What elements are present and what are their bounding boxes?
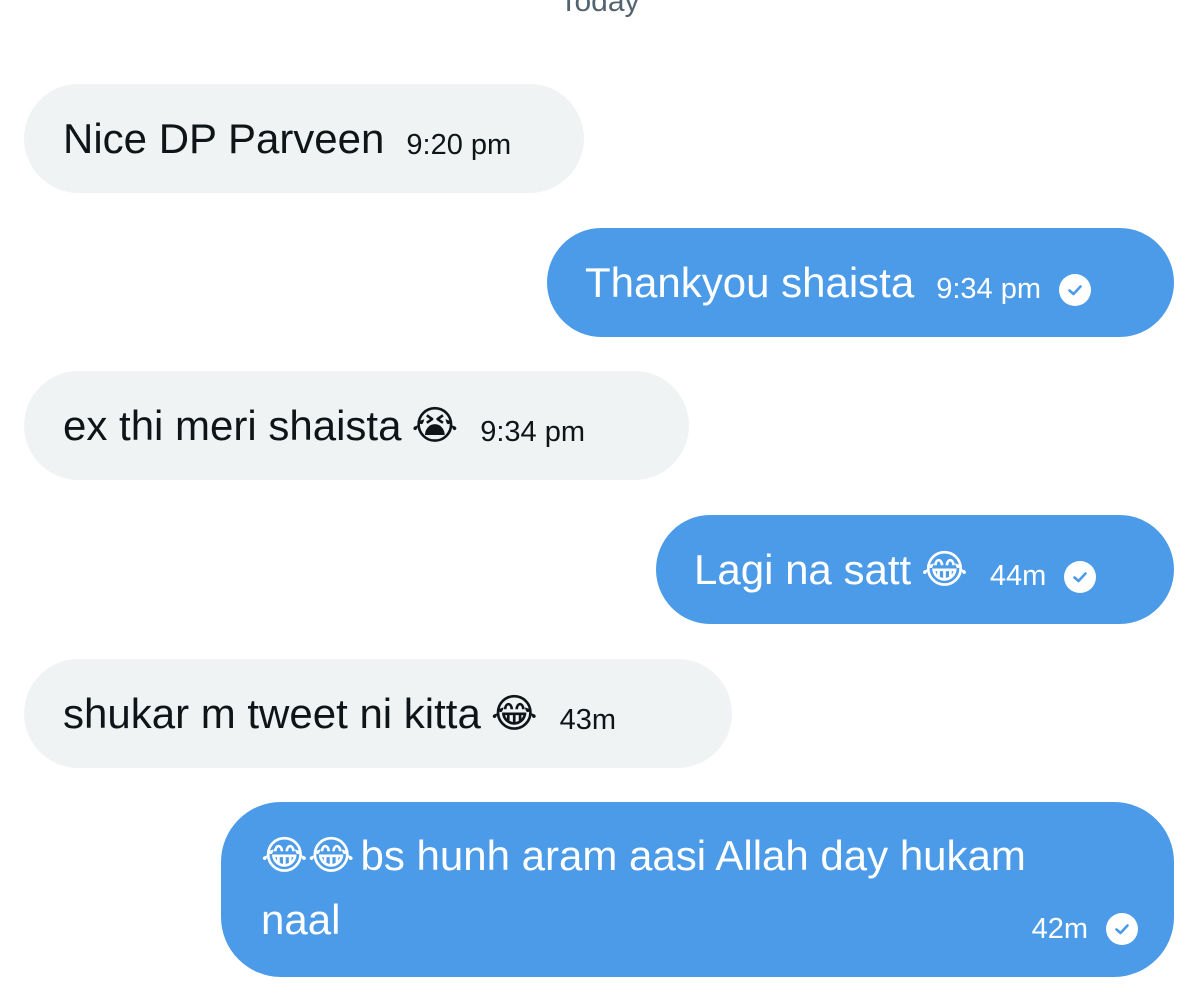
- laughing-face-emoji: 😂: [490, 691, 538, 736]
- laughing-face-emoji: 😂😂: [261, 834, 355, 878]
- message-time: 43m: [559, 704, 616, 736]
- message-outgoing[interactable]: 😂😂 bs hunh aram aasi Allah day hukam naa…: [221, 802, 1174, 977]
- message-time: 9:34 pm: [936, 273, 1041, 305]
- message-incoming[interactable]: ex thi meri shaista 😭 9:34 pm: [24, 371, 689, 480]
- message-incoming[interactable]: shukar m tweet ni kitta 😂 43m: [24, 659, 732, 768]
- day-separator: Today: [559, 0, 640, 18]
- message-time: 9:20 pm: [406, 129, 512, 161]
- message-text-continued: naal: [261, 896, 341, 943]
- message-outgoing[interactable]: Lagi na satt 😂 44m: [656, 515, 1174, 624]
- check-circle-icon: [1106, 913, 1138, 945]
- check-circle-icon: [1064, 560, 1097, 593]
- message-outgoing[interactable]: Thankyou shaista 9:34 pm: [547, 228, 1174, 337]
- message-time: 44m: [989, 560, 1047, 592]
- check-circle-icon: [1059, 273, 1091, 306]
- message-incoming[interactable]: Nice DP Parveen 9:20 pm: [24, 84, 584, 193]
- message-text: Thankyou shaista: [585, 258, 915, 306]
- laughing-face-emoji: 😂: [921, 547, 968, 592]
- message-text: bs hunh aram aasi Allah day hukam: [360, 832, 1026, 879]
- message-text: ex thi meri shaista: [63, 401, 402, 449]
- message-time: 9:34 pm: [480, 416, 586, 448]
- message-text: Lagi na satt: [694, 545, 912, 593]
- crying-face-emoji: 😭: [411, 403, 459, 448]
- message-text: shukar m tweet ni kitta: [63, 689, 481, 737]
- message-text: Nice DP Parveen: [63, 114, 385, 162]
- message-time: 42m: [1031, 912, 1088, 945]
